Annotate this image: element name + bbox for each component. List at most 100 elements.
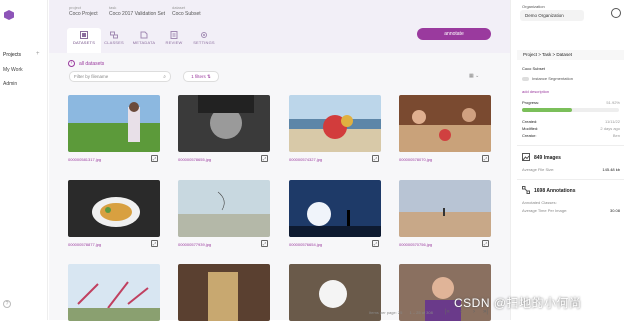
image-filename[interactable]: 000000576654.jpg [289,242,322,247]
review-icon [170,31,178,39]
metadata-icon [140,31,148,39]
image-card[interactable] [178,264,270,321]
tab-review[interactable]: REVIEW [157,28,191,53]
modified-value: 2 days ago [600,126,620,131]
filter-icon: ⇅ [207,74,211,79]
image-card[interactable]: 000000578070.jpg ⤢ [399,95,491,165]
add-project-icon[interactable]: + [36,51,40,57]
image-filename[interactable]: 000000581317.jpg [68,157,101,162]
expand-icon[interactable]: ⤢ [151,240,158,247]
annotated-classes-label: Annotated Classes: [522,200,557,205]
tab-classes[interactable]: CLASSES [97,28,131,53]
view-toggle[interactable]: ▦ ⌄ [469,73,489,81]
instance-segmentation-toggle[interactable]: Instance Segmentation [522,76,573,81]
progress-value: 51.92% [606,100,620,105]
image-filename[interactable]: 000000578655.jpg [178,157,211,162]
nav-my-work[interactable]: My Work [3,67,23,73]
image-card[interactable]: 000000570756.jpg ⤢ [399,180,491,250]
thumbnail[interactable] [68,95,160,152]
thumbnail[interactable] [399,95,491,152]
progress-bar [522,108,619,112]
expand-icon[interactable]: ⤢ [151,155,158,162]
avg-time-label: Average Time Per Image: [522,208,568,213]
tab-datasets[interactable]: DATASETS [67,28,101,53]
thumbnail[interactable] [178,95,270,152]
tab-settings[interactable]: SETTINGS [187,28,221,53]
image-filename[interactable]: 000000577939.jpg [178,242,211,247]
tab-metadata[interactable]: METADATA [127,28,161,53]
image-card[interactable] [68,264,160,321]
help-icon[interactable]: ? [3,300,11,308]
add-description-link[interactable]: add description [522,89,549,94]
datasets-icon [80,31,88,39]
thumbnail[interactable] [289,264,381,321]
settings-icon [201,32,207,38]
project-task-dataset-header: Project > Task > Dataset [517,50,624,60]
nav-projects[interactable]: Projects [3,52,21,58]
image-filename[interactable]: 000000578070.jpg [399,157,432,162]
annotations-count: 1698 Annotations [534,188,576,194]
image-filename[interactable]: 000000578877.jpg [68,242,101,247]
page-range: 1 – 25 of 308 [409,310,433,315]
breadcrumb-task: task Coco 2017 Validation Set [109,5,166,17]
expand-icon[interactable]: ⤢ [482,155,489,162]
progress-fill [522,108,573,112]
image-card[interactable]: 000000574327.jpg ⤢ [289,95,381,165]
search-icon: ⌕ [163,74,166,80]
divider [517,179,624,180]
expand-icon[interactable]: ⤢ [482,240,489,247]
organization-label: Organization [522,4,545,9]
annotate-button[interactable]: annotate [417,28,491,40]
thumbnail[interactable] [68,264,160,321]
avg-time-value: 30.08 [609,208,620,213]
chevron-down-icon: ⌄ [475,73,480,79]
expand-icon[interactable]: ⤢ [261,240,268,247]
classes-icon [110,31,118,39]
image-filename[interactable]: 000000570756.jpg [399,242,432,247]
thumbnail[interactable] [178,180,270,237]
image-card[interactable] [289,264,381,321]
expand-icon[interactable]: ⤢ [261,155,268,162]
created-value: 11/11/22 [605,119,620,124]
toggle-icon[interactable] [522,76,529,81]
app-logo-icon [4,10,14,20]
expand-icon[interactable]: ⤢ [372,155,379,162]
back-arrow-icon: ‹ [68,60,75,67]
user-avatar-icon[interactable] [611,8,621,18]
thumbnail[interactable] [399,180,491,237]
filters-button[interactable]: 1 filters ⇅ [183,71,219,82]
image-card[interactable]: 000000577939.jpg ⤢ [178,180,270,250]
watermark: CSDN @扫地的小何尚 [454,296,582,310]
image-filename[interactable]: 000000574327.jpg [289,157,322,162]
pagination-footer: Items per page: 25 1 – 25 of 308 [369,310,439,315]
image-icon [522,153,530,161]
all-datasets-link[interactable]: ‹ all datasets [68,60,104,67]
created-label: Created: [522,119,538,124]
items-per-page[interactable]: Items per page: 25 [369,310,402,315]
main-content: project Coco Project task Coco 2017 Valida… [49,0,510,321]
divider [517,145,624,146]
header: project Coco Project task Coco 2017 Valida… [49,0,510,53]
image-card[interactable]: 000000578877.jpg ⤢ [68,180,160,250]
image-card[interactable]: 000000576654.jpg ⤢ [289,180,381,250]
dataset-name: Coco Subset [522,66,545,71]
right-panel: Organization Demo Organization Project >… [510,0,624,320]
image-card[interactable]: 000000581317.jpg ⤢ [68,95,160,165]
filename-filter-input[interactable]: Filter by filename ⌕ [69,71,171,82]
first-page-icon[interactable]: |« [445,309,450,315]
thumbnail[interactable] [289,180,381,237]
expand-icon[interactable]: ⤢ [372,240,379,247]
images-count: 849 Images [534,155,561,161]
creator-label: Creator: [522,133,537,138]
image-card[interactable]: 000000578655.jpg ⤢ [178,95,270,165]
progress-label: Progress: [522,100,540,105]
thumbnail[interactable] [68,180,160,237]
thumbnail[interactable] [178,264,270,321]
breadcrumb-dataset: dataset Coco Subset [172,5,201,17]
nav-admin[interactable]: Admin [3,81,17,87]
thumbnail[interactable] [289,95,381,152]
avg-file-size-label: Average File Size: [522,167,555,172]
grid-view-icon: ▦ [469,73,474,79]
organization-selector[interactable]: Demo Organization [520,10,584,21]
avg-file-size-value: 145.48 kb [602,167,620,172]
